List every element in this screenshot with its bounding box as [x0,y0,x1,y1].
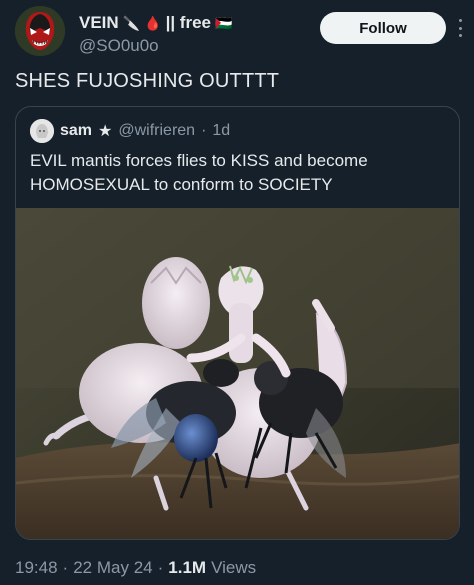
author-name-suffix: || free [165,13,211,32]
quoted-tweet-time[interactable]: 1d [212,122,230,140]
quoted-tweet-photo[interactable] [16,208,459,539]
quoted-author-name[interactable]: sam [60,122,92,140]
blood-drop-emoji: 🩸 [144,14,162,31]
star-icon: ★ [98,123,113,140]
views-label: Views [211,558,257,577]
tweet-date[interactable]: 22 May 24 [73,558,152,578]
knife-emoji: 🔪 [122,14,141,31]
tweet-meta: 19:48 · 22 May 24 · 1.1M Views [15,558,256,578]
author-avatar[interactable] [15,6,65,56]
venom-avatar-image [15,6,65,56]
author-display-name[interactable]: VEIN [79,13,119,33]
tweet-time[interactable]: 19:48 [15,558,58,578]
author-name-row[interactable]: VEIN 🔪 🩸 || free 🇵🇸 [79,12,232,34]
more-dot [458,34,462,37]
quoted-tweet-card[interactable]: sam ★ @wifrieren · 1d EVIL mantis forces… [15,106,460,540]
mantis-and-flies-photo [16,208,459,539]
tweet-text: SHES FUJOSHING OUTTTT [15,70,280,92]
more-dot [458,26,462,30]
meta-separator: · [62,558,69,577]
more-dot [458,19,462,22]
separator-dot: · [201,122,207,139]
tweet-header: VEIN 🔪 🩸 || free 🇵🇸 @SO0u0o Follow [15,6,462,60]
meta-separator: · [157,558,164,577]
quoted-author-avatar[interactable] [30,119,54,143]
palestine-flag-emoji: 🇵🇸 [214,14,233,31]
quoted-avatar-image [30,119,54,143]
quoted-tweet-header: sam ★ @wifrieren · 1d [30,119,230,143]
quoted-author-handle[interactable]: @wifrieren [118,122,195,140]
views-count[interactable]: 1.1M [168,558,206,578]
more-options-icon[interactable] [455,16,465,40]
quoted-tweet-text: EVIL mantis forces flies to KISS and bec… [30,151,368,194]
author-handle[interactable]: @SO0u0o [79,36,159,56]
follow-button[interactable]: Follow [320,12,446,44]
